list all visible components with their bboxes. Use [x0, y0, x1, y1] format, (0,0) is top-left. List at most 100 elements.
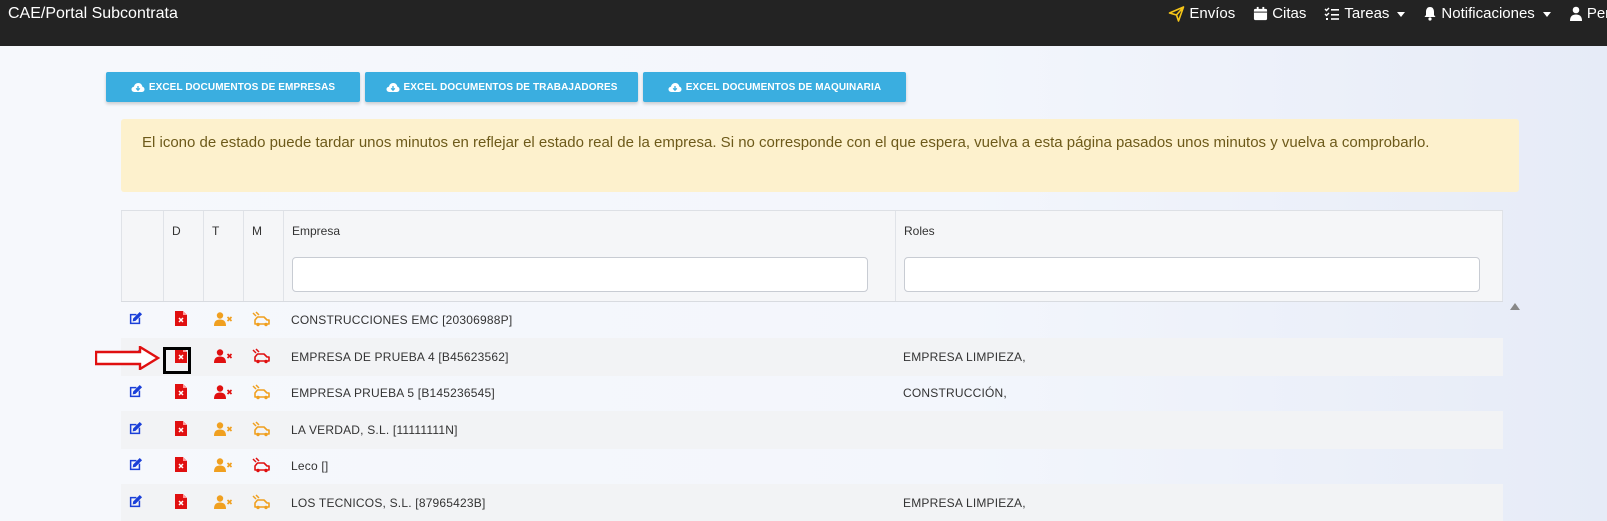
machinery-status-icon[interactable]: [252, 421, 270, 437]
chevron-down-icon: [1397, 12, 1405, 17]
header-m-label: M: [252, 224, 262, 238]
row-documents-cell: [163, 374, 203, 412]
document-error-icon[interactable]: [175, 311, 187, 326]
document-error-icon[interactable]: [175, 421, 187, 436]
annotation-arrow-icon: [95, 346, 161, 370]
cloud-download-icon: [386, 82, 400, 93]
excel-empresas-label: EXCEL DOCUMENTOS DE EMPRESAS: [149, 82, 335, 93]
header-empresa-label: Empresa: [292, 224, 340, 238]
excel-maquinaria-button[interactable]: EXCEL DOCUMENTOS DE MAQUINARIA: [643, 72, 906, 102]
edit-icon[interactable]: [128, 384, 143, 399]
document-error-icon[interactable]: [175, 384, 187, 399]
header-t-label: T: [212, 224, 219, 238]
row-workers-cell: [203, 411, 243, 449]
document-error-icon[interactable]: [175, 494, 187, 509]
nav-tareas-label: Tareas: [1344, 5, 1389, 22]
excel-trabajadores-label: EXCEL DOCUMENTOS DE TRABAJADORES: [404, 82, 618, 93]
excel-trabajadores-button[interactable]: EXCEL DOCUMENTOS DE TRABAJADORES: [365, 72, 638, 102]
table-row[interactable]: LA VERDAD, S.L. [11111111N]: [121, 411, 1503, 449]
empresa-name: LA VERDAD, S.L. [11111111N]: [291, 423, 458, 437]
calendar-icon: [1253, 6, 1268, 21]
row-documents-cell: [163, 301, 203, 339]
empresa-name: EMPRESA PRUEBA 5 [B145236545]: [291, 386, 495, 400]
empresa-name: CONSTRUCCIONES EMC [20306988P]: [291, 313, 512, 327]
nav-notificaciones[interactable]: Notificaciones: [1423, 5, 1550, 22]
scroll-up-arrow[interactable]: [1510, 303, 1520, 310]
row-roles-cell: EMPRESA LIMPIEZA,: [895, 338, 1503, 376]
row-workers-cell: [203, 447, 243, 485]
nav-perfil[interactable]: Perfil: [1569, 5, 1607, 22]
alert-text: El icono de estado puede tardar unos min…: [142, 134, 1429, 151]
machinery-status-icon[interactable]: [252, 348, 270, 364]
edit-icon[interactable]: [128, 494, 143, 509]
header-m[interactable]: M: [243, 211, 283, 249]
machinery-status-icon[interactable]: [252, 494, 270, 510]
empresa-name: Leco []: [291, 459, 328, 473]
row-roles-cell: [895, 447, 1503, 485]
bell-icon: [1423, 6, 1437, 21]
nav-tareas[interactable]: Tareas: [1324, 5, 1405, 22]
machinery-status-icon[interactable]: [252, 311, 270, 327]
worker-status-icon[interactable]: [214, 458, 233, 472]
roles-value: EMPRESA LIMPIEZA,: [903, 496, 1026, 510]
row-workers-cell: [203, 374, 243, 412]
row-roles-cell: [895, 301, 1503, 339]
edit-icon[interactable]: [128, 457, 143, 472]
row-machinery-cell: [243, 447, 283, 485]
nav-perfil-label: Perfil: [1587, 5, 1607, 22]
filter-cell-empty: [163, 248, 203, 301]
edit-icon[interactable]: [128, 421, 143, 436]
row-roles-cell: [895, 411, 1503, 449]
header-empresa[interactable]: Empresa: [283, 211, 895, 249]
row-roles-cell: CONSTRUCCIÓN,: [895, 374, 1503, 412]
worker-status-icon[interactable]: [214, 349, 233, 363]
table-row[interactable]: LOS TECNICOS, S.L. [87965423B] EMPRESA LI…: [121, 484, 1503, 521]
row-edit-cell: [121, 411, 163, 449]
empresa-filter-input[interactable]: [292, 257, 868, 292]
header-roles[interactable]: Roles: [895, 211, 1503, 249]
header-t[interactable]: T: [203, 211, 243, 249]
table-row[interactable]: EMPRESA PRUEBA 5 [B145236545] CONSTRUCCIÓ…: [121, 374, 1503, 412]
machinery-status-icon[interactable]: [252, 384, 270, 400]
nav-citas[interactable]: Citas: [1253, 5, 1306, 22]
roles-filter-input[interactable]: [904, 257, 1480, 292]
user-icon: [1569, 6, 1583, 21]
worker-status-icon[interactable]: [214, 312, 233, 326]
row-edit-cell: [121, 374, 163, 412]
row-workers-cell: [203, 484, 243, 521]
row-machinery-cell: [243, 301, 283, 339]
machinery-status-icon[interactable]: [252, 457, 270, 473]
header-d[interactable]: D: [163, 211, 203, 249]
filter-cell-empty: [203, 248, 243, 301]
edit-icon[interactable]: [128, 311, 143, 326]
row-workers-cell: [203, 338, 243, 376]
row-empresa-cell: LOS TECNICOS, S.L. [87965423B]: [283, 484, 895, 521]
status-info-alert: El icono de estado puede tardar unos min…: [121, 119, 1519, 192]
table-row[interactable]: CONSTRUCCIONES EMC [20306988P]: [121, 301, 1503, 339]
worker-status-icon[interactable]: [214, 385, 233, 399]
nav-citas-label: Citas: [1272, 5, 1306, 22]
excel-maquinaria-label: EXCEL DOCUMENTOS DE MAQUINARIA: [686, 82, 881, 93]
document-error-icon[interactable]: [175, 457, 187, 472]
worker-status-icon[interactable]: [214, 422, 233, 436]
row-empresa-cell: CONSTRUCCIONES EMC [20306988P]: [283, 301, 895, 339]
paper-plane-icon: [1168, 6, 1185, 22]
row-edit-cell: [121, 301, 163, 339]
table-row[interactable]: EMPRESA DE PRUEBA 4 [B45623562] EMPRESA L…: [121, 338, 1503, 376]
roles-value: EMPRESA LIMPIEZA,: [903, 350, 1026, 364]
app-title[interactable]: CAE/Portal Subcontrata: [8, 5, 178, 23]
chevron-down-icon: [1543, 12, 1551, 17]
top-nav-menu: Envíos Citas Tareas Notificaciones Perfi…: [1168, 5, 1607, 22]
excel-empresas-button[interactable]: EXCEL DOCUMENTOS DE EMPRESAS: [106, 72, 360, 102]
export-button-group: EXCEL DOCUMENTOS DE EMPRESAS EXCEL DOCUM…: [106, 72, 906, 102]
table-filter-row: [121, 248, 1503, 302]
row-edit-cell: [121, 447, 163, 485]
filter-cell-empty: [243, 248, 283, 301]
header-roles-label: Roles: [904, 224, 935, 238]
worker-status-icon[interactable]: [214, 495, 233, 509]
empresa-name: EMPRESA DE PRUEBA 4 [B45623562]: [291, 350, 509, 364]
table-row[interactable]: Leco []: [121, 447, 1503, 485]
nav-envios[interactable]: Envíos: [1168, 5, 1235, 22]
row-empresa-cell: EMPRESA DE PRUEBA 4 [B45623562]: [283, 338, 895, 376]
row-workers-cell: [203, 301, 243, 339]
